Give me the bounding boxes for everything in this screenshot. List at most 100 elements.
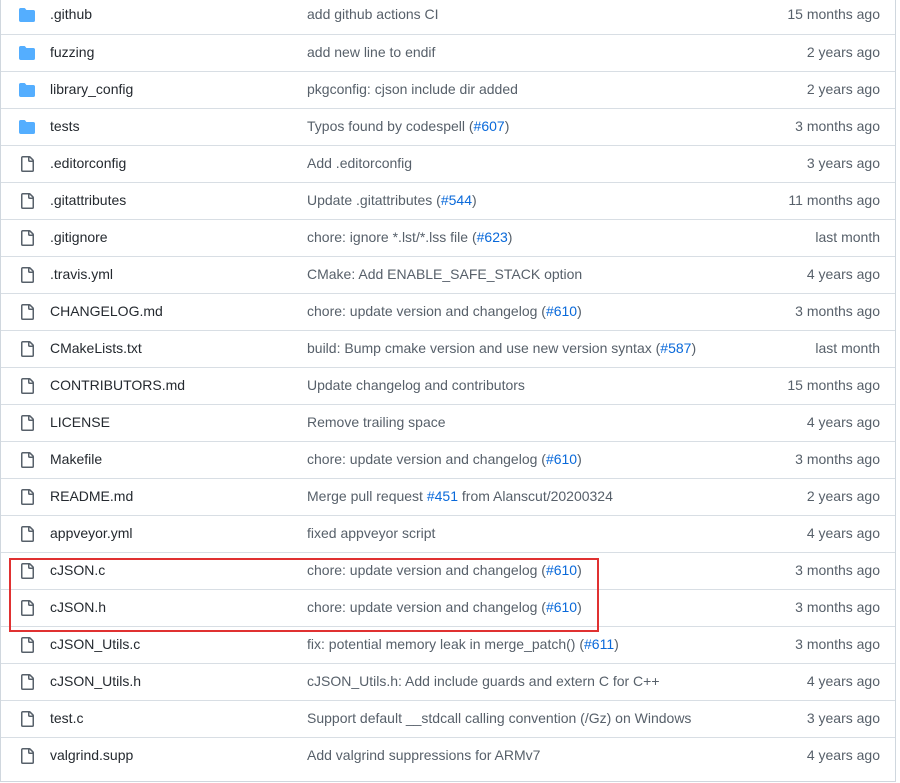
- commit-message-link[interactable]: chore: ignore *.lst/*.lss file (: [307, 229, 477, 245]
- file-name-link[interactable]: cJSON_Utils.c: [50, 636, 140, 652]
- commit-message-link[interactable]: chore: update version and changelog (: [307, 303, 546, 319]
- file-name-link[interactable]: .gitattributes: [50, 192, 126, 208]
- pull-request-link[interactable]: #623: [477, 229, 508, 245]
- file-row[interactable]: CONTRIBUTORS.md Update changelog and cont…: [1, 367, 895, 404]
- file-name-link[interactable]: library_config: [50, 81, 133, 97]
- file-row[interactable]: cJSON.h chore: update version and changel…: [1, 589, 895, 626]
- file-row[interactable]: library_config pkgconfig: cjson include d…: [1, 71, 895, 108]
- commit-message-link[interactable]: CMake: Add ENABLE_SAFE_STACK option: [307, 266, 582, 282]
- commit-message-link[interactable]: Add valgrind suppressions for ARMv7: [307, 747, 540, 763]
- file-name-link[interactable]: README.md: [50, 488, 133, 504]
- commit-message-link[interactable]: add new line to endif: [307, 44, 435, 60]
- file-name-link[interactable]: CONTRIBUTORS.md: [50, 377, 185, 393]
- commit-age: 3 months ago: [795, 451, 880, 467]
- commit-message-link[interactable]: fix: potential memory leak in merge_patc…: [307, 636, 584, 652]
- commit-message-link[interactable]: chore: update version and changelog (: [307, 562, 546, 578]
- file-row[interactable]: cJSON.c chore: update version and changel…: [1, 552, 895, 589]
- commit-age: 2 years ago: [806, 44, 880, 60]
- file-name-link[interactable]: tests: [50, 118, 80, 134]
- file-row[interactable]: appveyor.yml fixed appveyor script 4 years…: [1, 515, 895, 552]
- commit-message-link[interactable]: pkgconfig: cjson include dir added: [307, 81, 518, 97]
- commit-message: add new line to endif: [307, 44, 435, 60]
- file-row[interactable]: test.c Support default __stdcall calling …: [1, 700, 895, 737]
- commit-message-link[interactable]: Add .editorconfig: [307, 155, 412, 171]
- file-row[interactable]: fuzzing add new line to endif 2 years ago: [1, 34, 895, 71]
- file-icon: [18, 415, 36, 431]
- file-row[interactable]: .travis.yml CMake: Add ENABLE_SAFE_STACK …: [1, 256, 895, 293]
- commit-message-link[interactable]: from Alanscut/20200324: [458, 488, 613, 504]
- pull-request-link[interactable]: #587: [660, 340, 691, 356]
- commit-age: 2 years ago: [806, 81, 880, 97]
- file-name-link[interactable]: fuzzing: [50, 44, 94, 60]
- file-row[interactable]: .gitignore chore: ignore *.lst/*.lss file…: [1, 219, 895, 256]
- commit-message-link[interactable]: ): [577, 303, 582, 319]
- commit-message-link[interactable]: cJSON_Utils.h: Add include guards and ex…: [307, 673, 660, 689]
- pull-request-link[interactable]: #544: [441, 192, 472, 208]
- file-row[interactable]: CMakeLists.txt build: Bump cmake version …: [1, 330, 895, 367]
- file-row[interactable]: .github add github actions CI 15 months ag…: [1, 0, 895, 34]
- file-name-link[interactable]: LICENSE: [50, 414, 110, 430]
- file-name-link[interactable]: CMakeLists.txt: [50, 340, 142, 356]
- commit-message-link[interactable]: Typos found by codespell (: [307, 118, 474, 134]
- commit-message: chore: update version and changelog (#61…: [307, 303, 582, 319]
- commit-message-link[interactable]: ): [505, 118, 510, 134]
- commit-message-link[interactable]: Remove trailing space: [307, 414, 446, 430]
- commit-age: 3 months ago: [795, 636, 880, 652]
- commit-message-link[interactable]: Merge pull request: [307, 488, 427, 504]
- file-name-link[interactable]: valgrind.supp: [50, 747, 133, 763]
- commit-message-link[interactable]: ): [472, 192, 477, 208]
- pull-request-link[interactable]: #610: [546, 303, 577, 319]
- commit-message: Merge pull request #451 from Alanscut/20…: [307, 488, 613, 504]
- file-name-link[interactable]: .github: [50, 6, 92, 22]
- pull-request-link[interactable]: #611: [584, 636, 614, 652]
- file-icon: [18, 526, 36, 542]
- file-row[interactable]: LICENSE Remove trailing space 4 years ago: [1, 404, 895, 441]
- file-name-link[interactable]: .editorconfig: [50, 155, 126, 171]
- commit-message-link[interactable]: ): [577, 562, 582, 578]
- file-row[interactable]: valgrind.supp Add valgrind suppressions f…: [1, 737, 895, 774]
- file-name-link[interactable]: cJSON.c: [50, 562, 105, 578]
- file-row[interactable]: cJSON_Utils.h cJSON_Utils.h: Add include …: [1, 663, 895, 700]
- commit-message-link[interactable]: ): [577, 451, 582, 467]
- commit-message-link[interactable]: Update changelog and contributors: [307, 377, 525, 393]
- commit-age: last month: [815, 340, 880, 356]
- commit-message: add github actions CI: [307, 6, 439, 22]
- pull-request-link[interactable]: #610: [546, 599, 577, 615]
- file-row[interactable]: tests Typos found by codespell (#607) 3 mo…: [1, 108, 895, 145]
- file-name-link[interactable]: appveyor.yml: [50, 525, 132, 541]
- file-name-link[interactable]: .travis.yml: [50, 266, 113, 282]
- file-name-link[interactable]: .gitignore: [50, 229, 108, 245]
- file-name-link[interactable]: cJSON_Utils.h: [50, 673, 141, 689]
- folder-icon: [18, 82, 36, 98]
- commit-message-link[interactable]: add github actions CI: [307, 6, 439, 22]
- file-icon: [18, 748, 36, 764]
- commit-message-link[interactable]: ): [691, 340, 696, 356]
- commit-message-link[interactable]: ): [614, 636, 619, 652]
- file-row[interactable]: Makefile chore: update version and change…: [1, 441, 895, 478]
- commit-message-link[interactable]: build: Bump cmake version and use new ve…: [307, 340, 660, 356]
- pull-request-link[interactable]: #607: [474, 118, 505, 134]
- commit-message-link[interactable]: chore: update version and changelog (: [307, 451, 546, 467]
- pull-request-link[interactable]: #610: [546, 451, 577, 467]
- file-name-link[interactable]: Makefile: [50, 451, 102, 467]
- file-row[interactable]: README.md Merge pull request #451 from Al…: [1, 478, 895, 515]
- commit-message-link[interactable]: Update .gitattributes (: [307, 192, 441, 208]
- commit-message-link[interactable]: fixed appveyor script: [307, 525, 435, 541]
- file-name-link[interactable]: test.c: [50, 710, 83, 726]
- commit-message-link[interactable]: chore: update version and changelog (: [307, 599, 546, 615]
- file-name-link[interactable]: CHANGELOG.md: [50, 303, 163, 319]
- file-icon: [18, 341, 36, 357]
- file-row[interactable]: CHANGELOG.md chore: update version and ch…: [1, 293, 895, 330]
- commit-message: Typos found by codespell (#607): [307, 118, 509, 134]
- pull-request-link[interactable]: #610: [546, 562, 577, 578]
- commit-message-link[interactable]: Support default __stdcall calling conven…: [307, 710, 691, 726]
- file-row[interactable]: .editorconfig Add .editorconfig 3 years ag…: [1, 145, 895, 182]
- file-row[interactable]: .gitattributes Update .gitattributes (#54…: [1, 182, 895, 219]
- pull-request-link[interactable]: #451: [427, 488, 458, 504]
- commit-age: 4 years ago: [806, 525, 880, 541]
- commit-message-link[interactable]: ): [577, 599, 582, 615]
- file-row[interactable]: cJSON_Utils.c fix: potential memory leak …: [1, 626, 895, 663]
- commit-message-link[interactable]: ): [508, 229, 513, 245]
- commit-age: 3 years ago: [806, 710, 880, 726]
- file-name-link[interactable]: cJSON.h: [50, 599, 106, 615]
